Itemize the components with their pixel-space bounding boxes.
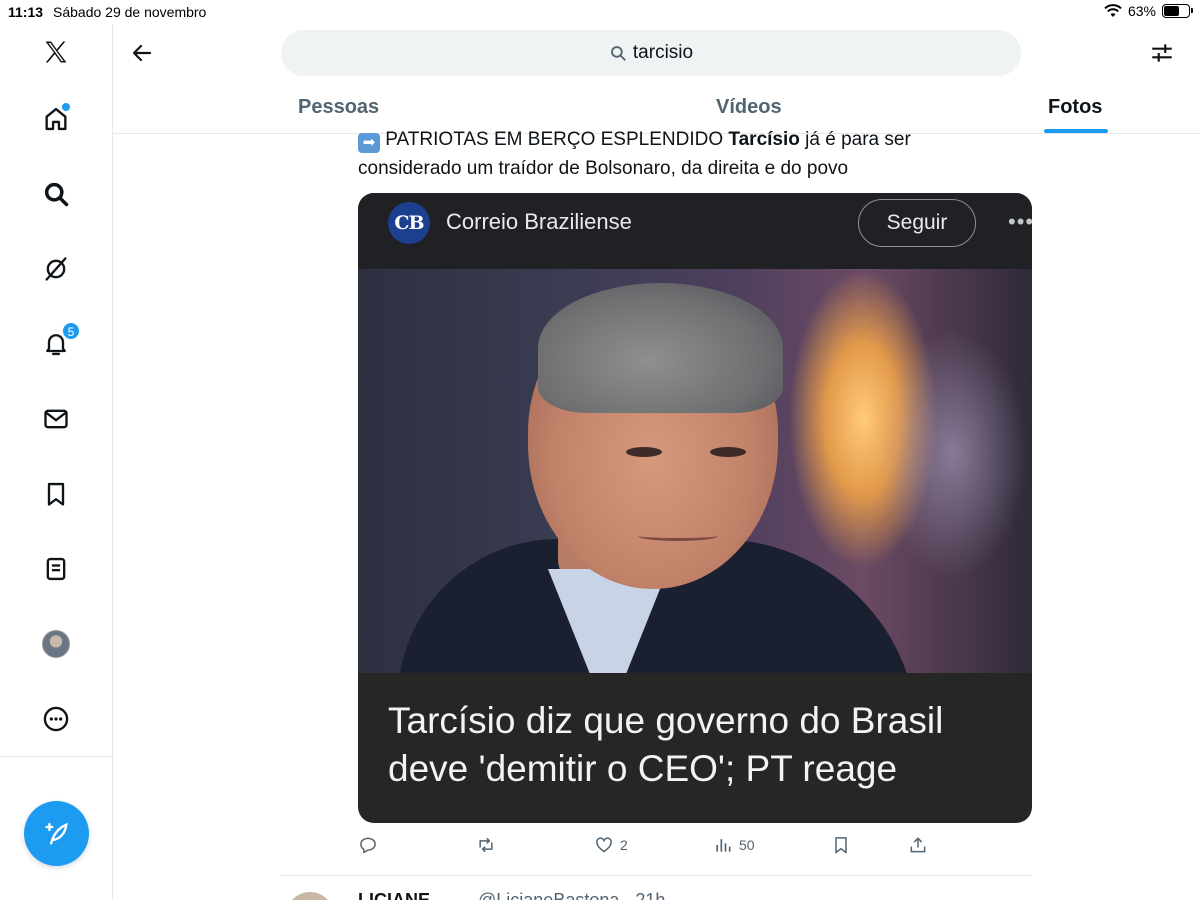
x-logo[interactable] xyxy=(36,32,76,72)
post-divider xyxy=(280,875,1032,876)
search-filter-button[interactable] xyxy=(1146,37,1178,69)
sliders-icon xyxy=(1152,44,1172,62)
more-icon xyxy=(43,706,69,732)
search-icon xyxy=(610,46,626,61)
nav-bookmarks[interactable] xyxy=(36,474,76,514)
compose-button[interactable] xyxy=(24,801,89,866)
lists-icon xyxy=(46,557,66,581)
share-button[interactable] xyxy=(908,835,928,855)
nav-profile[interactable] xyxy=(36,624,76,664)
like-count: 2 xyxy=(620,837,628,853)
photo-mouth xyxy=(638,531,718,541)
media-more-icon: ••• xyxy=(1008,209,1032,234)
status-date: Sábado 29 de novembro xyxy=(53,4,207,20)
wifi-icon xyxy=(1104,4,1122,17)
reply-button[interactable] xyxy=(358,835,378,855)
correio-braziliense-logo: CB xyxy=(388,202,430,244)
status-time: 11:13 xyxy=(8,4,44,20)
sidebar: 5 xyxy=(0,24,113,900)
search-query: tarcisio xyxy=(632,42,694,63)
bookmark-button[interactable] xyxy=(831,835,851,855)
tab-pessoas[interactable]: Pessoas xyxy=(298,96,379,119)
home-unread-dot xyxy=(62,103,70,111)
nav-lists[interactable] xyxy=(36,549,76,589)
grok-icon xyxy=(45,257,67,281)
notifications-badge: 5 xyxy=(62,322,80,340)
bookmark-icon xyxy=(47,482,65,506)
photo-eye-right xyxy=(710,447,746,457)
back-button[interactable] xyxy=(126,37,158,69)
x-logo-icon xyxy=(45,41,67,63)
active-tab-indicator xyxy=(1044,129,1108,133)
search-icon xyxy=(44,182,69,207)
compose-feather-icon xyxy=(44,822,68,844)
reply-icon xyxy=(360,837,376,854)
repost-button[interactable] xyxy=(476,835,496,855)
media-source-bar: CB Correio Braziliense Seguir ••• xyxy=(358,193,1032,269)
post-text: ➡ PATRIOTAS EM BERÇO ESPLENDIDO Tarcísio… xyxy=(358,125,978,181)
post-text-highlight: Tarcísio xyxy=(728,129,800,150)
bookmark-icon xyxy=(835,837,847,854)
like-button[interactable]: 2 xyxy=(594,835,628,855)
views-button[interactable]: 50 xyxy=(713,835,755,855)
media-photo xyxy=(358,269,1032,673)
views-count: 50 xyxy=(739,837,755,853)
search-input[interactable]: tarcisio xyxy=(281,30,1021,76)
battery-icon xyxy=(1162,4,1193,18)
next-post-author-handle: @LicianeBastona · 21h xyxy=(478,890,666,900)
post-actions: 2 50 xyxy=(358,835,938,859)
next-post-author-name[interactable]: LICIANE xyxy=(358,890,430,900)
nav-messages[interactable] xyxy=(36,399,76,439)
media-headline: Tarcísio diz que governo do Brasil deve … xyxy=(388,700,944,789)
photo-background-glow xyxy=(878,329,1028,579)
nav-grok[interactable] xyxy=(36,249,76,289)
heart-icon xyxy=(596,837,612,853)
right-arrow-emoji-icon: ➡ xyxy=(358,133,380,153)
battery-percent: 63% xyxy=(1127,3,1156,19)
tab-videos[interactable]: Vídeos xyxy=(716,96,782,119)
sidebar-divider xyxy=(0,756,113,757)
battery-fill xyxy=(1164,6,1180,16)
nav-more[interactable] xyxy=(36,699,76,739)
nav-home[interactable] xyxy=(36,99,76,139)
post-media-image[interactable]: CB Correio Braziliense Seguir ••• Tarcís… xyxy=(358,193,1032,823)
status-bar: 11:13 Sábado 29 de novembro 63% xyxy=(0,0,1200,24)
views-icon xyxy=(716,839,731,852)
nav-search[interactable] xyxy=(36,174,76,214)
back-arrow-icon xyxy=(132,44,152,62)
status-right: 63% xyxy=(1104,3,1193,19)
repost-icon xyxy=(479,837,493,853)
share-icon xyxy=(910,837,926,853)
post-text-prefix: PATRIOTAS EM BERÇO ESPLENDIDO xyxy=(385,129,729,150)
photo-hair xyxy=(538,283,783,413)
profile-avatar xyxy=(42,630,70,658)
mail-icon xyxy=(44,409,68,429)
nav-notifications[interactable]: 5 xyxy=(36,322,80,364)
tab-fotos[interactable]: Fotos xyxy=(1048,96,1102,119)
media-source-name: Correio Braziliense xyxy=(446,209,632,234)
media-follow-button: Seguir xyxy=(858,199,976,247)
next-post-avatar[interactable] xyxy=(286,892,334,900)
photo-eye-left xyxy=(626,447,662,457)
